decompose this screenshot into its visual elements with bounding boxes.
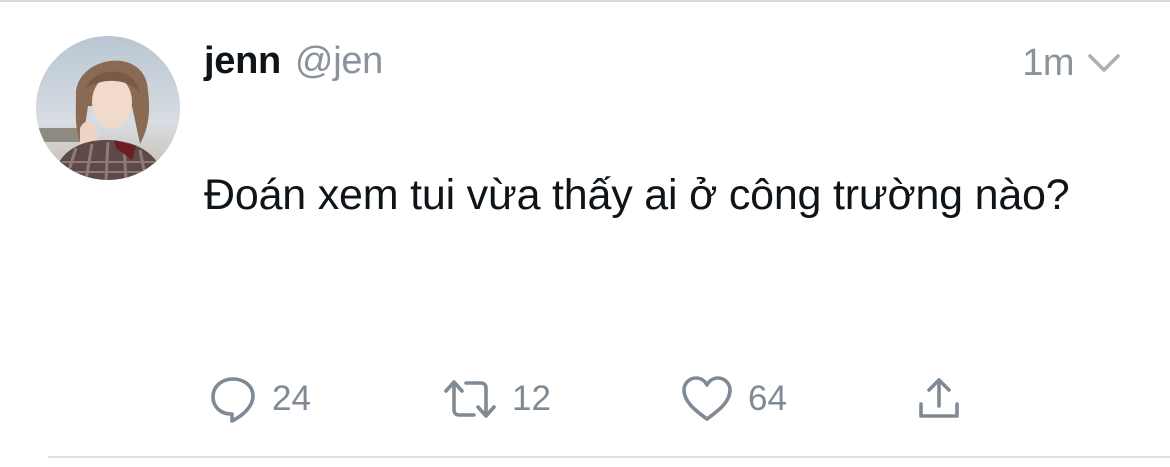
like-count: 64 bbox=[748, 379, 787, 418]
like-button[interactable]: 64 bbox=[680, 372, 787, 426]
reply-button[interactable]: 24 bbox=[208, 372, 311, 426]
share-icon bbox=[919, 378, 959, 418]
bottom-divider bbox=[48, 456, 1170, 458]
retweet-button[interactable]: 12 bbox=[442, 372, 551, 426]
user-handle[interactable]: @jen bbox=[295, 40, 383, 83]
heart-icon bbox=[682, 376, 732, 421]
chevron-down-icon[interactable] bbox=[1086, 52, 1122, 74]
avatar-photo bbox=[36, 36, 180, 180]
top-divider bbox=[0, 0, 1170, 2]
display-name[interactable]: jenn bbox=[204, 40, 281, 83]
avatar[interactable] bbox=[36, 36, 180, 180]
reply-count: 24 bbox=[272, 379, 311, 418]
retweet-count: 12 bbox=[512, 379, 551, 418]
timestamp[interactable]: 1m bbox=[1022, 42, 1074, 85]
share-button[interactable] bbox=[914, 372, 964, 426]
tweet-meta: 1m bbox=[1022, 40, 1122, 86]
tweet-header: jenn @jen bbox=[204, 40, 383, 86]
retweet-icon bbox=[444, 380, 496, 418]
tweet-text: Đoán xem tui vừa thấy ai ở công trường n… bbox=[204, 171, 1070, 219]
reply-icon bbox=[211, 377, 255, 423]
